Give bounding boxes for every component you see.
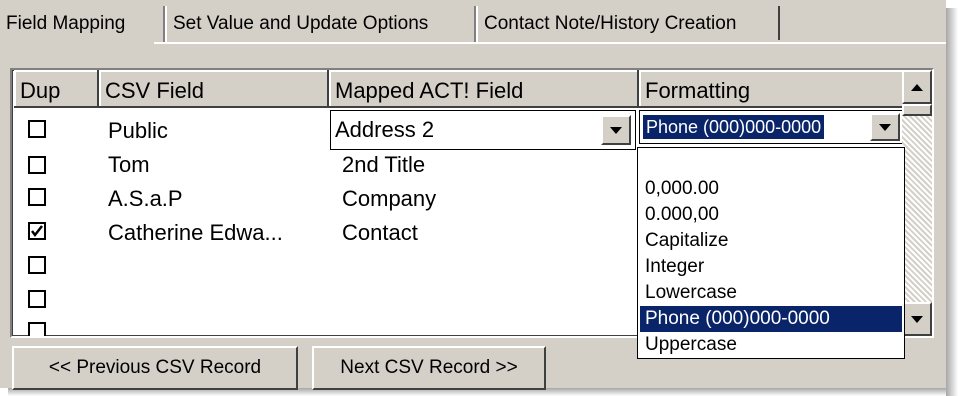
tab-label: Contact Note/History Creation	[484, 13, 737, 34]
chevron-down-icon	[879, 123, 891, 131]
dup-checkbox[interactable]	[28, 256, 46, 274]
dropdown-option[interactable]: 0.000,00	[640, 202, 902, 228]
tab-bar: Field Mapping Set Value and Update Optio…	[0, 0, 946, 44]
dup-checkbox[interactable]	[28, 188, 46, 206]
dup-checkbox-checked[interactable]	[28, 222, 46, 240]
checkmark-icon	[31, 225, 43, 238]
dropdown-option[interactable]: Uppercase	[640, 332, 902, 358]
formatting-dropdown-list[interactable]: 0,000.00 0.000,00 Capitalize Integer Low…	[637, 147, 905, 359]
dup-checkbox[interactable]	[28, 322, 46, 336]
csv-field-cell[interactable]: A.S.a.P	[108, 186, 183, 212]
csv-field-cell[interactable]: Public	[108, 118, 168, 144]
column-header-label: Formatting	[645, 78, 751, 103]
scroll-thumb[interactable]	[902, 104, 932, 116]
mapped-field-cell[interactable]: Contact	[342, 220, 418, 246]
scroll-up-button[interactable]	[902, 70, 932, 104]
csv-field-cell[interactable]: Catherine Edwa...	[108, 220, 283, 246]
tab-set-value-update-options[interactable]: Set Value and Update Options	[165, 6, 466, 42]
chevron-up-icon	[911, 83, 923, 91]
formatting-selected-value: Phone (000)000-0000	[641, 114, 826, 140]
column-header-mapped-act-field[interactable]: Mapped ACT! Field	[329, 70, 639, 108]
previous-csv-record-button[interactable]: << Previous CSV Record	[12, 346, 298, 390]
dup-checkbox[interactable]	[28, 290, 46, 308]
column-header-formatting[interactable]: Formatting	[639, 70, 904, 108]
column-header-csv-field[interactable]: CSV Field	[99, 70, 329, 108]
dropdown-option[interactable]: Capitalize	[640, 228, 902, 254]
column-header-label: CSV Field	[105, 78, 205, 103]
button-label: Next CSV Record >>	[340, 357, 518, 378]
tab-underline	[154, 42, 946, 44]
mapped-field-cell[interactable]: 2nd Title	[342, 152, 425, 178]
next-csv-record-button[interactable]: Next CSV Record >>	[312, 346, 546, 390]
dropdown-option-selected[interactable]: Phone (000)000-0000	[640, 306, 902, 332]
dup-checkbox[interactable]	[28, 156, 46, 174]
tab-label: Field Mapping	[6, 13, 126, 34]
button-label: << Previous CSV Record	[48, 357, 262, 378]
column-header-label: Mapped ACT! Field	[335, 78, 524, 103]
chevron-down-icon	[911, 315, 923, 323]
chevron-down-icon	[610, 126, 622, 134]
mapped-field-cell[interactable]: Company	[342, 186, 436, 212]
tab-edge	[778, 6, 780, 40]
tab-label: Set Value and Update Options	[173, 13, 429, 34]
mapped-field-value: Address 2	[335, 117, 435, 142]
dropdown-option[interactable]	[640, 150, 902, 176]
scroll-down-button[interactable]	[902, 302, 932, 336]
mapped-field-combo[interactable]: Address 2	[330, 110, 636, 150]
formatting-combo[interactable]: Phone (000)000-0000	[639, 110, 903, 144]
tab-contact-note-history[interactable]: Contact Note/History Creation	[476, 6, 778, 42]
grid-vertical-scrollbar[interactable]	[902, 70, 932, 336]
mapped-field-dropdown-button[interactable]	[601, 115, 631, 145]
dup-checkbox[interactable]	[28, 120, 46, 138]
dropdown-option[interactable]: 0,000.00	[640, 176, 902, 202]
column-header-dup[interactable]: Dup	[14, 70, 99, 108]
dropdown-option[interactable]: Lowercase	[640, 280, 902, 306]
dropdown-option[interactable]: Integer	[640, 254, 902, 280]
formatting-dropdown-button[interactable]	[870, 113, 900, 141]
tab-field-mapping[interactable]: Field Mapping	[0, 6, 154, 42]
csv-field-cell[interactable]: Tom	[108, 152, 150, 178]
window-shadow-right	[946, 8, 958, 396]
column-header-label: Dup	[20, 78, 61, 103]
